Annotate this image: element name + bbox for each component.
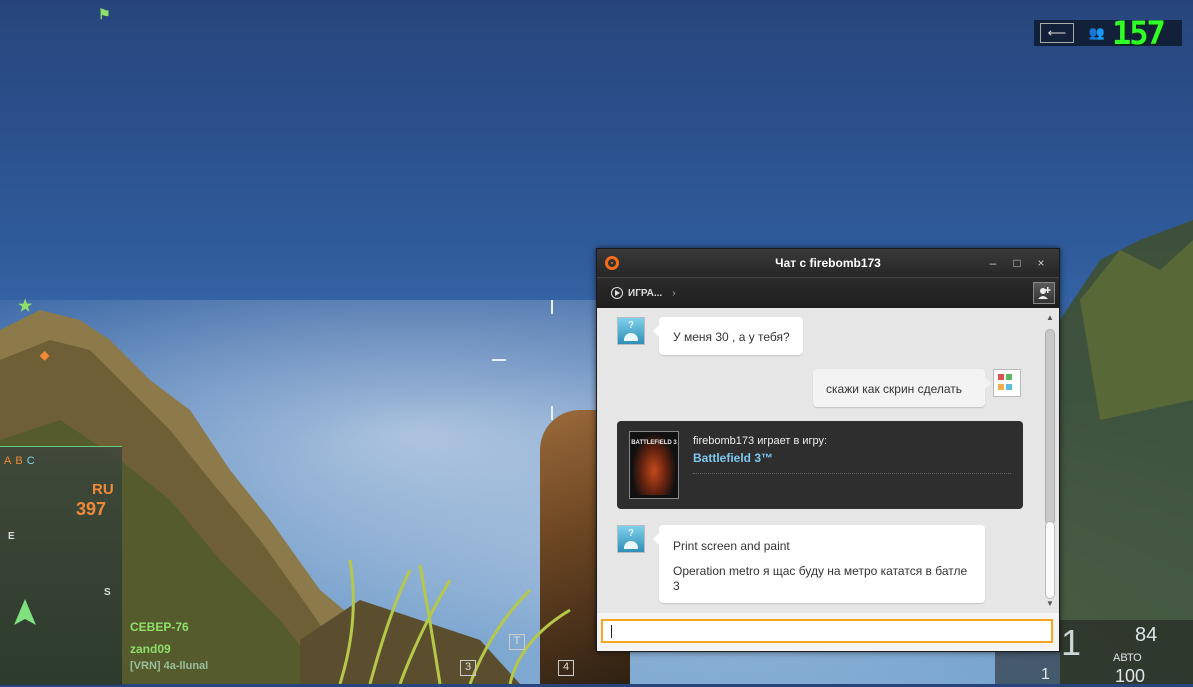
maximize-button[interactable]: □ bbox=[1005, 253, 1029, 273]
window-controls: – □ × bbox=[981, 249, 1053, 277]
compass-e: E bbox=[8, 531, 15, 542]
game-cover-image[interactable]: BATTLEFIELD 3 bbox=[629, 431, 679, 499]
squad-star-icon: ★ bbox=[18, 298, 33, 315]
region-label: RU bbox=[92, 481, 114, 498]
chat-window[interactable]: Чат с firebomb173 – □ × ИГРА... › ? У ме… bbox=[596, 248, 1060, 652]
chat-input-area bbox=[597, 613, 1059, 651]
ammo-total: 84 bbox=[1135, 624, 1158, 646]
message-list[interactable]: ? У меня 30 , а у тебя? скажи как скрин … bbox=[597, 309, 1043, 611]
scroll-track bbox=[1045, 329, 1055, 525]
squad-letter-c: C bbox=[26, 455, 35, 467]
message-scrollbar[interactable]: ▲ ▼ bbox=[1043, 311, 1057, 611]
crosshair-top bbox=[551, 300, 553, 314]
crosshair-left bbox=[492, 359, 506, 361]
scroll-down-icon[interactable]: ▼ bbox=[1046, 599, 1054, 608]
chat-input[interactable] bbox=[601, 619, 1053, 643]
game-link[interactable]: Battlefield 3™ bbox=[693, 451, 773, 465]
scroll-thumb[interactable] bbox=[1045, 521, 1055, 599]
message-text: скажи как скрин сделать bbox=[826, 382, 963, 396]
minimize-button[interactable]: – bbox=[981, 253, 1005, 273]
chat-toolbar: ИГРА... › bbox=[597, 277, 1059, 308]
weapon-slot-t: T bbox=[509, 634, 525, 650]
weapon-slot-4: 4 bbox=[558, 660, 574, 676]
ammo-current: 1 bbox=[1061, 622, 1082, 663]
close-button[interactable]: × bbox=[1029, 253, 1053, 273]
back-arrow-icon[interactable]: ⟵ bbox=[1040, 23, 1074, 43]
now-playing-card: BATTLEFIELD 3 firebomb173 играет в игру:… bbox=[617, 421, 1023, 509]
squad-letter-a: A bbox=[4, 455, 12, 467]
message-bubble: У меня 30 , а у тебя? bbox=[653, 317, 803, 355]
crosshair-bottom bbox=[551, 406, 553, 420]
squad-letter-b: B bbox=[15, 455, 23, 467]
self-avatar[interactable] bbox=[993, 369, 1021, 397]
message-text: У меня 30 , а у тебя? bbox=[673, 330, 790, 344]
games-menu[interactable]: ИГРА... bbox=[628, 288, 662, 299]
player-name-1: СЕВЕР-76 bbox=[130, 620, 189, 634]
cover-title: BATTLEFIELD 3 bbox=[631, 440, 677, 446]
scroll-up-icon[interactable]: ▲ bbox=[1046, 313, 1054, 322]
text-caret bbox=[611, 625, 612, 638]
play-icon[interactable] bbox=[611, 287, 623, 299]
ticket-count: 397 bbox=[76, 499, 107, 519]
minimap: A B C RU 397 E S bbox=[0, 446, 122, 685]
grenade-count: 1 bbox=[1041, 666, 1050, 683]
playing-status: firebomb173 играет в игру: bbox=[693, 435, 828, 447]
player-name-3: [VRN] 4a-llunal bbox=[130, 660, 209, 672]
objective-marker-icon: ◆ bbox=[40, 348, 50, 362]
fire-mode: АВТО bbox=[1113, 652, 1142, 664]
chat-titlebar[interactable]: Чат с firebomb173 – □ × bbox=[597, 249, 1059, 277]
weapon-slot-3: 3 bbox=[460, 660, 476, 676]
add-friend-button[interactable] bbox=[1033, 282, 1055, 304]
player-arrow-icon bbox=[14, 599, 36, 625]
friends-icon[interactable]: 👥 bbox=[1080, 23, 1114, 43]
flag-icon: ⚑ bbox=[98, 6, 111, 22]
friend-avatar[interactable]: ? bbox=[617, 317, 645, 345]
message-text: Operation metro я щас буду на метро ката… bbox=[673, 564, 968, 593]
squad-letters: A B C bbox=[4, 455, 35, 467]
fps-counter: 157 bbox=[1112, 14, 1166, 52]
player-name-2: zand09 bbox=[130, 642, 171, 656]
card-divider bbox=[693, 473, 1011, 474]
message-bubble: Print screen and paint Operation metro я… bbox=[653, 525, 985, 603]
foreground-grass bbox=[338, 560, 571, 684]
message-bubble-self: скажи как скрин сделать bbox=[813, 369, 991, 407]
add-friend-icon bbox=[1038, 287, 1051, 299]
message-text: Print screen and paint bbox=[673, 539, 790, 553]
chevron-right-icon[interactable]: › bbox=[672, 288, 675, 299]
compass-s: S bbox=[104, 587, 111, 598]
friend-avatar[interactable]: ? bbox=[617, 525, 645, 553]
